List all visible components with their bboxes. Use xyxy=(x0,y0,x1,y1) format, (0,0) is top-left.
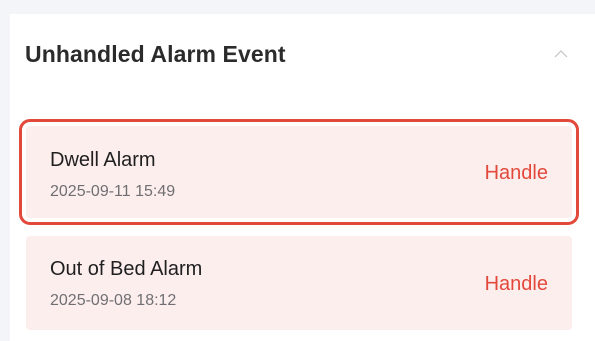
alarm-name: Out of Bed Alarm xyxy=(50,258,203,280)
alarm-list-item[interactable]: Out of Bed Alarm 2025-09-08 18:12 Handle xyxy=(26,236,572,330)
alarm-time: 2025-09-11 15:49 xyxy=(50,183,176,200)
handle-button[interactable]: Handle xyxy=(485,160,548,186)
panel-header: Unhandled Alarm Event xyxy=(25,38,573,70)
alarm-time: 2025-09-08 18:12 xyxy=(50,292,177,309)
alarm-list-item[interactable]: Dwell Alarm 2025-09-11 15:49 Handle xyxy=(19,119,579,225)
alarm-name: Dwell Alarm xyxy=(50,149,156,171)
chevron-up-icon xyxy=(554,50,568,58)
panel-title: Unhandled Alarm Event xyxy=(25,41,286,67)
collapse-toggle[interactable] xyxy=(549,42,573,66)
handle-button[interactable]: Handle xyxy=(485,271,548,297)
